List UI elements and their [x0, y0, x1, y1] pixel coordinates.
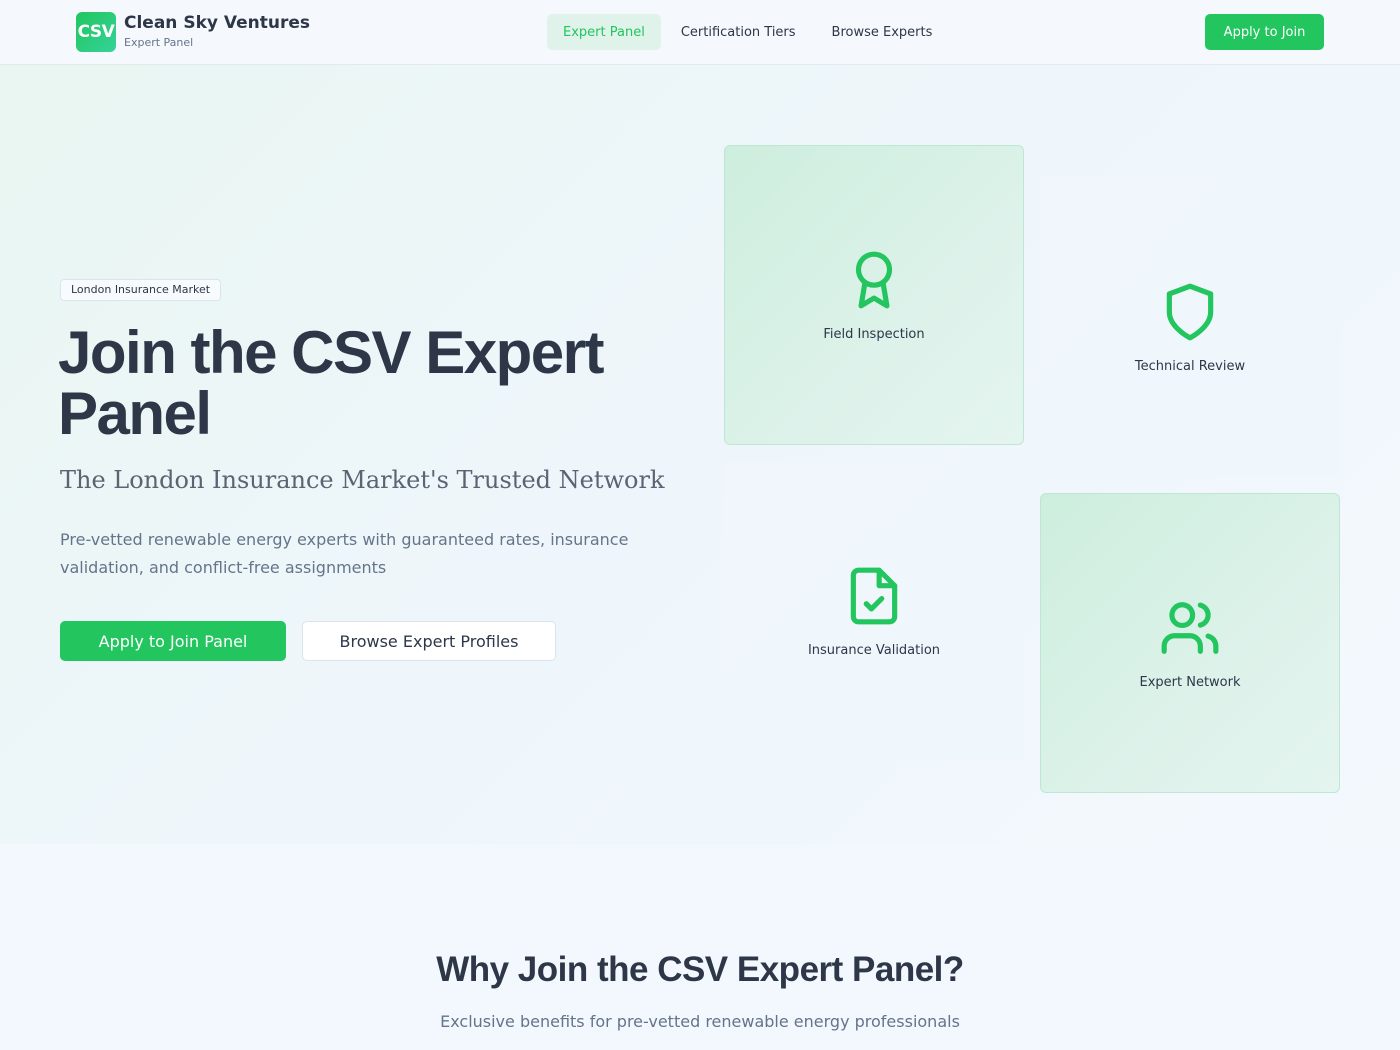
award-ribbon-icon — [843, 249, 905, 311]
nav-item-expert-panel[interactable]: Expert Panel — [547, 14, 661, 50]
hero-subtitle: The London Insurance Market's Trusted Ne… — [60, 466, 665, 494]
card-label: Insurance Validation — [807, 642, 941, 658]
apply-to-join-panel-button[interactable]: Apply to Join Panel — [60, 621, 286, 661]
page-title: Join the CSV Expert Panel — [58, 319, 604, 447]
logo-mark[interactable]: CSV — [76, 12, 116, 52]
card-label: Technical Review — [1134, 358, 1246, 374]
apply-to-join-button[interactable]: Apply to Join — [1205, 14, 1324, 50]
top-header: CSV Clean Sky Ventures Expert Panel Expe… — [0, 0, 1400, 65]
hero-description: Pre-vetted renewable energy experts with… — [60, 530, 629, 577]
card-field-inspection: Field Inspection — [724, 145, 1024, 445]
card-label: Field Inspection — [823, 326, 925, 342]
shield-icon — [1159, 281, 1221, 343]
file-check-icon — [843, 565, 905, 627]
market-badge: London Insurance Market — [60, 279, 222, 301]
card-label: Expert Network — [1139, 674, 1241, 690]
card-insurance-validation: Insurance Validation — [724, 461, 1024, 761]
section-subtitle: Exclusive benefits for pre-vetted renewa… — [440, 1012, 960, 1031]
card-expert-network: Expert Network — [1040, 493, 1340, 793]
users-icon — [1159, 597, 1221, 659]
section-title: Why Join the CSV Expert Panel? — [436, 950, 964, 989]
main-nav: Expert Panel Certification Tiers Browse … — [547, 14, 952, 50]
browse-expert-profiles-button[interactable]: Browse Expert Profiles — [302, 621, 556, 661]
brand-subtitle: Expert Panel — [124, 36, 194, 49]
nav-item-certification-tiers[interactable]: Certification Tiers — [665, 14, 812, 50]
brand-name[interactable]: Clean Sky Ventures — [124, 13, 310, 33]
card-technical-review: Technical Review — [1040, 177, 1340, 477]
nav-item-browse-experts[interactable]: Browse Experts — [816, 14, 949, 50]
